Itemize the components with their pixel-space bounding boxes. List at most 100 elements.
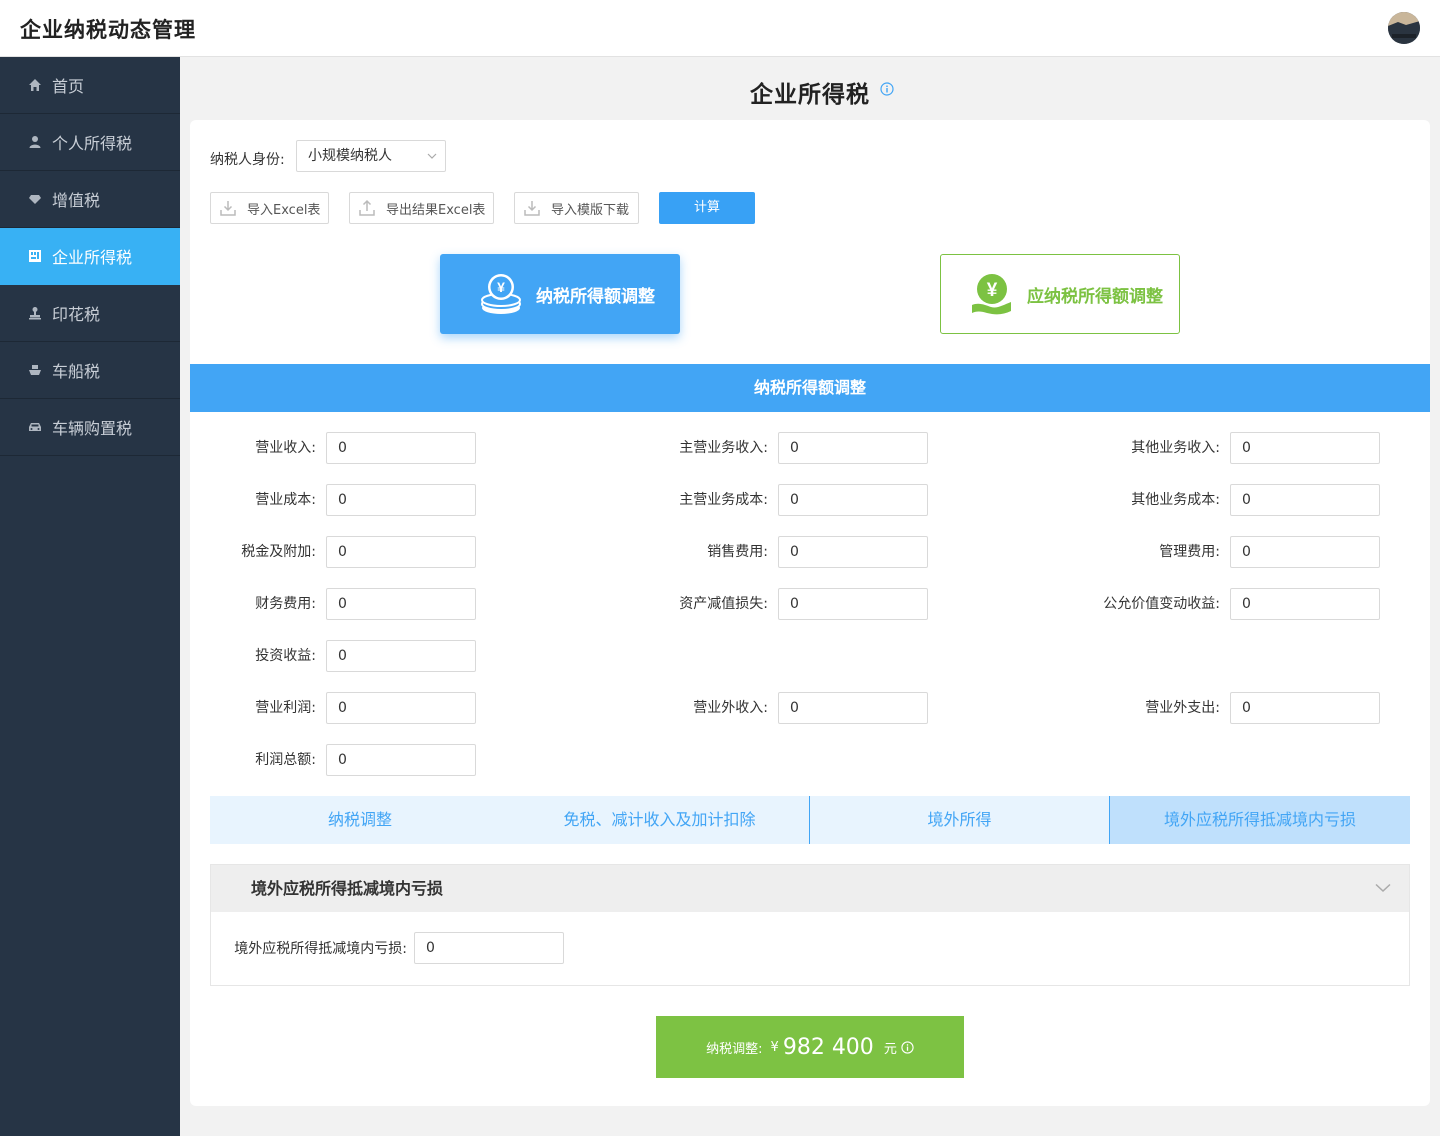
main-revenue-input[interactable]: 0 [778, 432, 928, 464]
money-hand-icon: ¥ [972, 274, 1011, 315]
admin-expense-label: 管理费用: [1159, 544, 1220, 560]
other-revenue-label: 其他业务收入: [1131, 440, 1220, 456]
tab-tax-adjustment[interactable]: 纳税调整 [210, 796, 510, 844]
tax-adjustment-result: 纳税调整: ¥ 982 400 元 [656, 1016, 964, 1078]
sidebar-item-label: 印花税 [52, 305, 101, 324]
other-revenue-input[interactable]: 0 [1230, 432, 1380, 464]
taxable-income-adjust-label: 纳税所得额调整 [536, 286, 655, 307]
sidebar-item-personal-income-tax[interactable]: 个人所得税 [0, 114, 180, 171]
import-excel-label: 导入Excel表 [247, 202, 321, 218]
ship-icon [28, 363, 42, 377]
sidebar-item-corporate-income-tax[interactable]: 企业所得税 [0, 228, 180, 285]
sidebar-item-label: 个人所得税 [52, 134, 133, 153]
sidebar-item-label: 车船税 [52, 362, 101, 381]
foreign-offset-label: 境外应税所得抵减境内亏损: [234, 941, 407, 957]
taxable-income-adjust-card[interactable]: ¥ 纳税所得额调整 [440, 254, 680, 334]
chevron-down-icon [427, 153, 437, 159]
impairment-label: 资产减值损失: [679, 596, 768, 612]
non-operating-expense-input[interactable]: 0 [1230, 692, 1380, 724]
non-operating-income-label: 营业外收入: [693, 700, 768, 716]
adjustment-tabs: 纳税调整 免税、减计收入及加计扣除 境外所得 境外应税所得抵减境内亏损 [210, 796, 1410, 844]
tab-foreign-offset-loss[interactable]: 境外应税所得抵减境内亏损 [1110, 796, 1410, 844]
taxpayer-identity-value: 小规模纳税人 [308, 148, 392, 164]
info-icon[interactable] [880, 82, 894, 96]
foreign-offset-input[interactable]: 0 [414, 932, 564, 964]
stamp-icon [28, 306, 42, 320]
upload-icon [359, 199, 375, 216]
investment-income-label: 投资收益: [255, 648, 316, 664]
cost-input[interactable]: 0 [326, 484, 476, 516]
diamond-icon [28, 192, 42, 206]
template-download-button[interactable]: 导入模版下载 [514, 192, 639, 224]
non-operating-expense-label: 营业外支出: [1145, 700, 1220, 716]
other-cost-label: 其他业务成本: [1131, 492, 1220, 508]
taxpayer-identity-select[interactable]: 小规模纳税人 [296, 140, 446, 172]
avatar[interactable] [1388, 12, 1420, 44]
taxpayer-identity-label: 纳税人身份: [210, 152, 285, 168]
revenue-label: 营业收入: [255, 440, 316, 456]
main-cost-label: 主营业务成本: [679, 492, 768, 508]
sidebar-item-stamp-tax[interactable]: 印花税 [0, 285, 180, 342]
taxes-input[interactable]: 0 [326, 536, 476, 568]
svg-text:¥: ¥ [987, 280, 998, 301]
admin-expense-input[interactable]: 0 [1230, 536, 1380, 568]
total-profit-input[interactable]: 0 [326, 744, 476, 776]
result-currency: ¥ [770, 1039, 779, 1055]
template-download-label: 导入模版下载 [551, 202, 630, 218]
operating-profit-input[interactable]: 0 [326, 692, 476, 724]
result-value: 982 400 [782, 1034, 874, 1060]
car-icon [28, 420, 42, 434]
user-icon [28, 135, 42, 149]
non-operating-income-input[interactable]: 0 [778, 692, 928, 724]
result-label: 纳税调整: [706, 1041, 763, 1057]
cost-label: 营业成本: [255, 492, 316, 508]
chevron-down-icon [1375, 883, 1391, 893]
main-card: 纳税人身份: 小规模纳税人 导入Excel表 导出结果Excel表 导入模版下载… [190, 120, 1430, 1106]
download-icon [524, 201, 540, 216]
export-excel-label: 导出结果Excel表 [386, 202, 486, 218]
top-header: 企业纳税动态管理 [0, 0, 1440, 57]
panel-header[interactable]: 境外应税所得抵减境内亏损 [211, 865, 1409, 912]
import-excel-button[interactable]: 导入Excel表 [210, 192, 329, 224]
app-title: 企业纳税动态管理 [20, 18, 196, 42]
section-title-bar: 纳税所得额调整 [190, 364, 1430, 412]
foreign-offset-panel: 境外应税所得抵减境内亏损 境外应税所得抵减境内亏损: 0 [210, 864, 1410, 986]
panel-title: 境外应税所得抵减境内亏损 [251, 879, 444, 898]
calculate-button[interactable]: 计算 [659, 192, 755, 224]
page-title: 企业所得税 [750, 82, 870, 108]
investment-income-input[interactable]: 0 [326, 640, 476, 672]
operating-profit-label: 营业利润: [255, 700, 316, 716]
main-cost-input[interactable]: 0 [778, 484, 928, 516]
sidebar-item-label: 首页 [52, 77, 85, 96]
page-title-area: 企业所得税 [180, 57, 1440, 120]
impairment-input[interactable]: 0 [778, 588, 928, 620]
selling-expense-input[interactable]: 0 [778, 536, 928, 568]
sidebar-item-label: 增值税 [52, 191, 101, 210]
payable-income-adjust-label: 应纳税所得额调整 [1027, 286, 1163, 307]
home-icon [28, 78, 42, 92]
payable-income-adjust-card[interactable]: ¥ 应纳税所得额调整 [940, 254, 1180, 334]
building-icon [28, 249, 42, 263]
sidebar-item-vat[interactable]: 增值税 [0, 171, 180, 228]
info-icon[interactable] [901, 1040, 914, 1054]
sidebar-item-home[interactable]: 首页 [0, 57, 180, 114]
avatar-image [1388, 12, 1420, 44]
coins-icon: ¥ [481, 274, 521, 314]
taxes-label: 税金及附加: [241, 544, 316, 560]
selling-expense-label: 销售费用: [707, 544, 768, 560]
tab-exempt-income[interactable]: 免税、减计收入及加计扣除 [510, 796, 809, 844]
export-excel-button[interactable]: 导出结果Excel表 [349, 192, 494, 224]
svg-text:¥: ¥ [497, 279, 505, 295]
sidebar-item-label: 企业所得税 [52, 248, 133, 267]
total-profit-label: 利润总额: [255, 752, 316, 768]
other-cost-input[interactable]: 0 [1230, 484, 1380, 516]
main-revenue-label: 主营业务收入: [679, 440, 768, 456]
finance-expense-input[interactable]: 0 [326, 588, 476, 620]
revenue-input[interactable]: 0 [326, 432, 476, 464]
fair-value-label: 公允价值变动收益: [1103, 596, 1220, 612]
sidebar-item-vessel-tax[interactable]: 车船税 [0, 342, 180, 399]
fair-value-input[interactable]: 0 [1230, 588, 1380, 620]
tab-foreign-income[interactable]: 境外所得 [810, 796, 1109, 844]
finance-expense-label: 财务费用: [255, 596, 316, 612]
result-unit: 元 [883, 1041, 897, 1057]
